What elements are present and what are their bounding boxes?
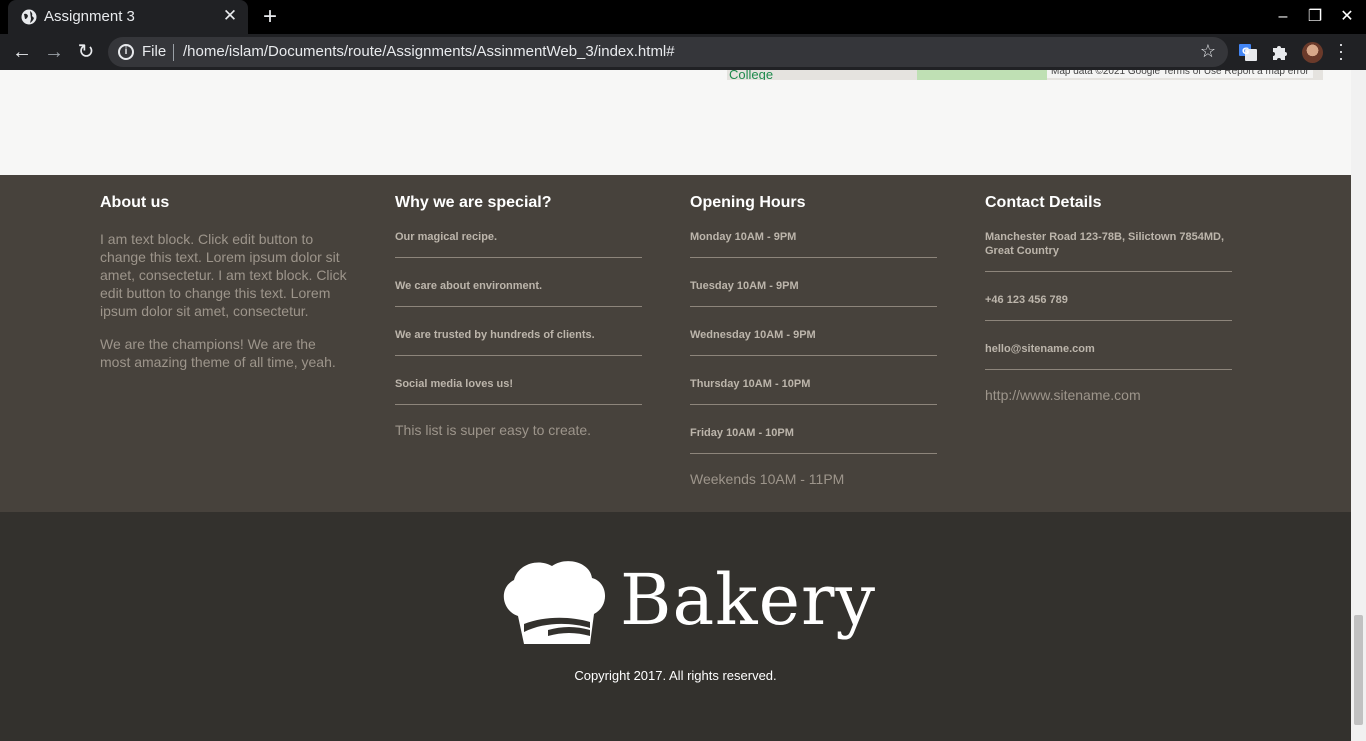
menu-icon[interactable]: · · · [1334, 35, 1348, 67]
special-list: Our magical recipe. We care about enviro… [395, 230, 642, 405]
translate-icon[interactable]: G [1238, 42, 1258, 62]
scrollbar[interactable] [1351, 70, 1366, 741]
minimize-icon[interactable]: – [1269, 5, 1297, 29]
list-item: Monday 10AM - 9PM [690, 230, 937, 258]
forward-icon[interactable]: → [41, 39, 67, 65]
special-heading: Why we are special? [395, 194, 552, 211]
copyright: Copyright 2017. All rights reserved. [574, 668, 777, 683]
list-item[interactable]: hello@sitename.com [985, 342, 1232, 370]
list-item: Manchester Road 123-78B, Silictown 7854M… [985, 230, 1232, 272]
url-scheme: File [142, 43, 167, 60]
chef-hat-icon [503, 561, 606, 644]
globe-icon [21, 9, 37, 25]
footer-info-section: About us I am text block. Click edit but… [0, 175, 1351, 512]
hours-heading: Opening Hours [690, 194, 806, 211]
list-item: Friday 10AM - 10PM [690, 426, 937, 454]
avatar[interactable] [1302, 42, 1323, 63]
about-paragraph: We are the champions! We are the most am… [100, 336, 336, 370]
info-icon[interactable]: i [118, 44, 134, 60]
list-item[interactable]: +46 123 456 789 [985, 293, 1232, 321]
restore-icon[interactable]: ❐ [1301, 5, 1329, 29]
map-credits[interactable]: Map data ©2021 Google Terms of Use Repor… [1047, 70, 1313, 78]
about-column: About us I am text block. Click edit but… [100, 192, 347, 386]
list-item: Thursday 10AM - 10PM [690, 377, 937, 405]
browser-tab[interactable]: Assignment 3 ✕ [8, 0, 248, 34]
list-item: We care about environment. [395, 279, 642, 307]
about-paragraph: I am text block. Click edit button to ch… [100, 231, 347, 319]
back-icon[interactable]: ← [9, 39, 35, 65]
page-viewport: College Map data ©2021 Google Terms of U… [0, 70, 1351, 741]
reload-icon[interactable]: ↻ [73, 39, 99, 65]
website-link[interactable]: http://www.sitename.com [985, 386, 1232, 404]
close-window-icon[interactable]: ✕ [1333, 5, 1361, 29]
scrollbar-thumb[interactable] [1354, 615, 1363, 725]
special-column: Why we are special? Our magical recipe. … [395, 192, 642, 439]
list-item: Tuesday 10AM - 9PM [690, 279, 937, 307]
logo-text: Bakery [620, 559, 877, 641]
embedded-map[interactable]: College Map data ©2021 Google Terms of U… [727, 70, 1323, 80]
url-separator [173, 44, 174, 61]
address-bar[interactable]: i File /home/islam/Documents/route/Assig… [108, 37, 1228, 67]
list-item: Social media loves us! [395, 377, 642, 405]
puzzle-icon[interactable] [1270, 42, 1290, 62]
bakery-logo[interactable]: Bakery [500, 556, 875, 648]
browser-toolbar: ← → ↻ i File /home/islam/Documents/route… [0, 34, 1366, 70]
contact-heading: Contact Details [985, 194, 1102, 211]
tab-strip: Assignment 3 ✕ + – ❐ ✕ [0, 0, 1366, 34]
map-place-label: College [729, 70, 774, 80]
hours-list: Monday 10AM - 9PM Tuesday 10AM - 9PM Wed… [690, 230, 937, 454]
contact-list: Manchester Road 123-78B, Silictown 7854M… [985, 230, 1232, 370]
star-icon[interactable]: ☆ [1200, 41, 1216, 62]
list-item: We are trusted by hundreds of clients. [395, 328, 642, 356]
hours-column: Opening Hours Monday 10AM - 9PM Tuesday … [690, 192, 937, 488]
list-item: Our magical recipe. [395, 230, 642, 258]
map-park-area [917, 70, 1047, 80]
url-text[interactable]: /home/islam/Documents/route/Assignments/… [183, 43, 675, 60]
contact-column: Contact Details Manchester Road 123-78B,… [985, 192, 1232, 404]
close-icon[interactable]: ✕ [220, 6, 240, 26]
site-footer: Bakery Copyright 2017. All rights reserv… [0, 512, 1351, 741]
svg-text:G: G [1242, 47, 1249, 57]
special-tail: This list is super easy to create. [395, 422, 592, 438]
hours-tail: Weekends 10AM - 11PM [690, 471, 845, 487]
tab-title: Assignment 3 [44, 8, 135, 25]
plus-icon[interactable]: + [258, 4, 282, 30]
about-heading: About us [100, 194, 170, 211]
list-item: Wednesday 10AM - 9PM [690, 328, 937, 356]
